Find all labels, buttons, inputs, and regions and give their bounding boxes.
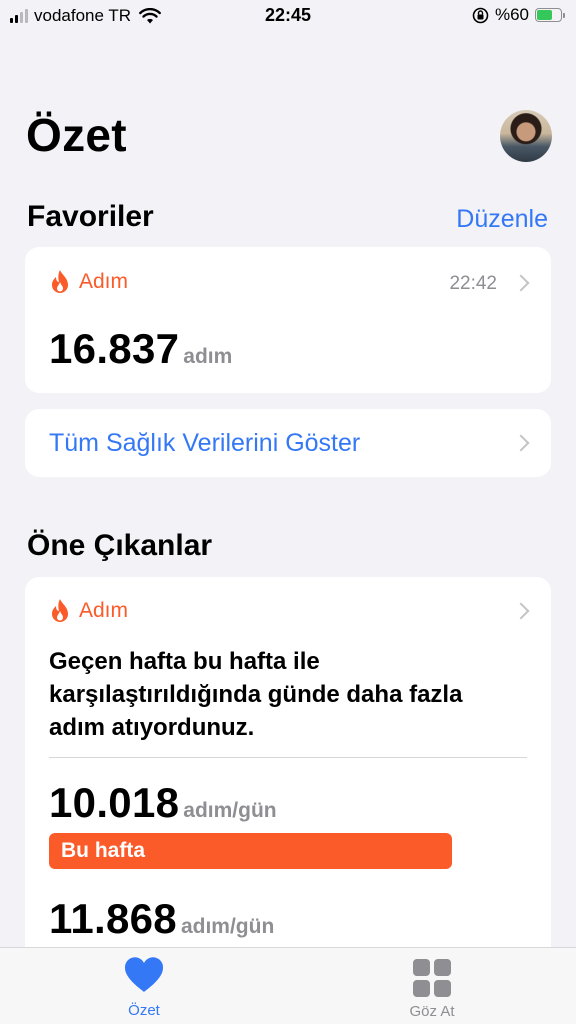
profile-avatar[interactable] [500, 110, 552, 162]
battery-percentage: %60 [494, 5, 529, 24]
this-week-unit: adım/gün [183, 799, 277, 822]
this-week-value: 10.018 [49, 779, 180, 826]
battery-icon [535, 8, 565, 22]
status-right: %60 [472, 5, 565, 25]
flame-icon [52, 270, 68, 293]
steps-last-updated: 22:42 [449, 273, 497, 294]
page-title: Özet [26, 109, 127, 161]
tab-browse-label: Göz At [409, 1003, 455, 1020]
chevron-right-icon [512, 602, 530, 620]
show-all-health-data-label: Tüm Sağlık Verilerini Göster [49, 429, 361, 457]
divider [49, 757, 527, 758]
tab-bar: Özet Göz At [0, 947, 576, 1024]
last-week-value-row: 11.868 adım/gün [49, 895, 274, 943]
tab-summary-label: Özet [128, 1002, 160, 1019]
steps-value-row: 16.837 adım [49, 325, 232, 373]
orientation-lock-icon [472, 7, 489, 23]
steps-unit: adım [183, 345, 233, 368]
highlight-steps-label: Adım [79, 599, 129, 622]
highlight-description: Geçen hafta bu hafta ile karşılaştırıldı… [49, 648, 463, 741]
status-bar: vodafone TR 22:45 %60 [0, 0, 576, 34]
tab-summary[interactable]: Özet [94, 956, 194, 1019]
steps-label: Adım [79, 270, 129, 293]
this-week-value-row: 10.018 adım/gün [49, 779, 277, 827]
this-week-bar-label: Bu hafta [61, 839, 145, 862]
chevron-right-icon [512, 274, 530, 292]
highlights-title: Öne Çıkanlar [27, 529, 213, 562]
chevron-right-icon [512, 434, 530, 452]
steps-value: 16.837 [49, 325, 180, 372]
show-all-health-data-button[interactable]: Tüm Sağlık Verilerini Göster [25, 409, 551, 477]
flame-icon [52, 599, 68, 622]
heart-icon [124, 957, 164, 992]
favorites-title: Favoriler [27, 200, 154, 233]
grid-icon [382, 959, 482, 997]
steps-highlight-card[interactable]: Adım Geçen hafta bu hafta ile karşılaştı… [25, 577, 551, 997]
steps-favorite-card[interactable]: Adım 22:42 16.837 adım [25, 247, 551, 393]
this-week-bar: Bu hafta [49, 833, 452, 869]
edit-favorites-button[interactable]: Düzenle [456, 205, 548, 234]
highlight-card-header: Adım [49, 598, 128, 624]
battery-fill [537, 10, 552, 20]
last-week-unit: adım/gün [180, 915, 275, 938]
tab-browse[interactable]: Göz At [382, 956, 482, 1020]
steps-card-header: Adım [49, 269, 128, 295]
screen: vodafone TR 22:45 %60 Özet Favoriler Düz… [0, 0, 576, 1024]
last-week-value: 11.868 [49, 895, 177, 942]
